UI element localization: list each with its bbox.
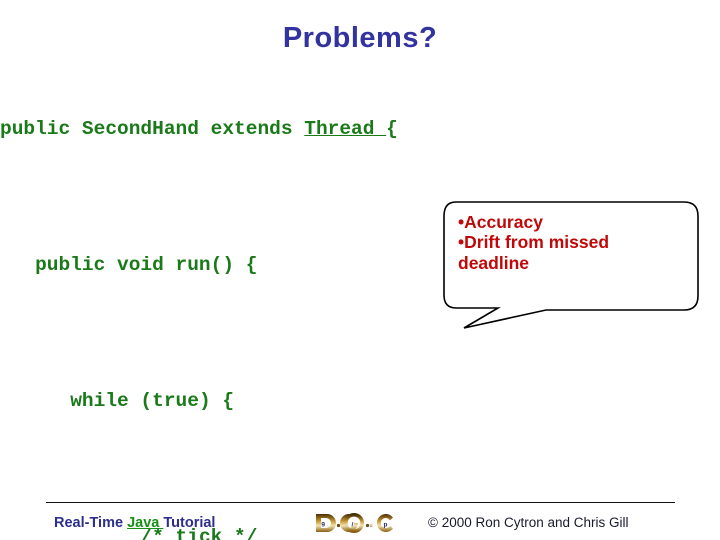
- footer-tutorial-label: Real-Time Java Tutorial: [54, 515, 215, 531]
- logo-subletter-1: 9: [321, 522, 325, 529]
- code-line-indent: [0, 390, 70, 412]
- code-line-indent: [0, 254, 35, 276]
- code-line: public void run() {: [0, 251, 720, 280]
- logo-subletter-3: /: [352, 521, 354, 528]
- footer-divider: [46, 502, 675, 503]
- slide-canvas: Problems? public SecondHand extends Thre…: [0, 0, 720, 540]
- code-line-tail: {: [386, 118, 398, 140]
- footer-suffix: Tutorial: [163, 515, 216, 531]
- footer-prefix: Real-Time: [54, 515, 128, 531]
- footer-copyright: © 2000 Ron Cytron and Chris Gill: [428, 515, 629, 530]
- code-line: public SecondHand extends Thread {: [0, 115, 720, 144]
- code-line-text: while (true) {: [70, 390, 235, 412]
- doc-logo: 9 r / u p: [316, 513, 393, 533]
- code-block: public SecondHand extends Thread { publi…: [0, 76, 720, 540]
- footer-java-link[interactable]: Java: [127, 515, 163, 531]
- page-title: Problems?: [282, 22, 438, 54]
- logo-subletter-5: p: [384, 522, 388, 529]
- code-line-text: public void run() {: [35, 254, 258, 276]
- code-line-underlined: Thread: [304, 118, 387, 140]
- logo-subletter-4: u: [370, 523, 373, 529]
- code-line: while (true) {: [0, 387, 720, 416]
- logo-letter-d: [316, 514, 336, 532]
- code-line-text: public SecondHand extends: [0, 118, 305, 140]
